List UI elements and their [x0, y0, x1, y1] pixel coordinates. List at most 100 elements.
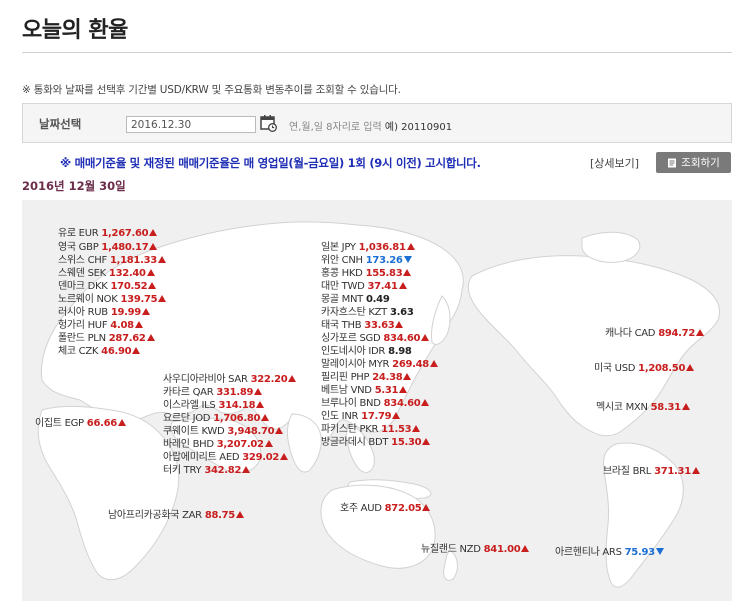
rate-brl[interactable]: 브라질 BRL 371.31 — [603, 466, 700, 478]
rate-usd[interactable]: 미국 USD 1,208.50 — [594, 363, 695, 375]
rate-value: 872.05 — [384, 503, 422, 514]
rate-twd[interactable]: 대만 TWD 37.41 — [321, 281, 407, 293]
rate-mnt[interactable]: 몽골 MNT 0.49 — [321, 294, 390, 306]
rate-aed[interactable]: 아랍에미리트 AED 329.02 — [163, 452, 289, 464]
rate-ils[interactable]: 이스라엘 ILS 314.18 — [163, 400, 265, 412]
rate-currency-name: 말레이시아 MYR — [321, 359, 390, 370]
rate-currency-name: 쿠웨이트 KWD — [163, 426, 225, 437]
rate-bnd[interactable]: 브루나이 BND 834.60 — [321, 398, 430, 410]
triangle-up-icon — [421, 399, 430, 406]
rate-kwd[interactable]: 쿠웨이트 KWD 3,948.70 — [163, 426, 284, 438]
triangle-up-icon — [235, 511, 244, 518]
triangle-up-icon — [264, 440, 273, 447]
rate-currency-name: 스위스 CHF — [58, 255, 107, 266]
rate-currency-name: 터키 TRY — [163, 465, 202, 476]
triangle-up-icon — [132, 347, 141, 354]
rate-value: 88.75 — [204, 510, 235, 521]
rate-value: 1,181.33 — [109, 255, 157, 266]
rate-hkd[interactable]: 홍콩 HKD 155.83 — [321, 268, 412, 280]
rate-pln[interactable]: 폴란드 PLN 287.62 — [58, 333, 155, 345]
triangle-up-icon — [398, 282, 407, 289]
lookup-button[interactable]: 조회하기 — [656, 152, 731, 173]
rate-value: 24.38 — [372, 372, 403, 383]
rate-czk[interactable]: 체코 CZK 46.90 — [58, 346, 141, 358]
rate-value: 3.63 — [390, 307, 414, 318]
rate-value: 834.60 — [383, 333, 421, 344]
rate-dkk[interactable]: 덴마크 DKK 170.52 — [58, 281, 157, 293]
triangle-up-icon — [392, 412, 401, 419]
triangle-up-icon — [275, 427, 284, 434]
usage-notice: ※ 통화와 날짜를 선택후 기간별 USD/KRW 및 주요통화 변동추이를 조… — [22, 84, 401, 96]
rate-qar[interactable]: 카타르 QAR 331.89 — [163, 387, 263, 399]
rate-ars[interactable]: 아르헨티나 ARS 75.93 — [555, 547, 664, 559]
triangle-up-icon — [158, 295, 167, 302]
rate-currency-name: 싱가포르 SGD — [321, 333, 381, 344]
rate-cad[interactable]: 캐나다 CAD 894.72 — [605, 328, 704, 340]
rate-vnd[interactable]: 베트남 VND 5.31 — [321, 385, 408, 397]
rate-value: 132.40 — [108, 268, 146, 279]
rate-value: 173.26 — [365, 255, 403, 266]
rate-value: 269.48 — [392, 359, 429, 370]
rate-idr[interactable]: 인도네시아 IDR 8.98 — [321, 346, 412, 358]
rate-mxn[interactable]: 멕시코 MXN 58.31 — [596, 402, 690, 414]
triangle-up-icon — [406, 243, 415, 250]
rate-gbp[interactable]: 영국 GBP 1,480.17 — [58, 242, 158, 254]
rate-value: 331.89 — [216, 387, 254, 398]
rate-value: 4.08 — [110, 320, 134, 331]
rate-date: 2016년 12월 30일 — [22, 179, 126, 193]
triangle-up-icon — [141, 308, 150, 315]
rate-php[interactable]: 필리핀 PHP 24.38 — [321, 372, 412, 384]
triangle-up-icon — [691, 467, 700, 474]
triangle-up-icon — [403, 373, 412, 380]
rate-inr[interactable]: 인도 INR 17.79 — [321, 411, 401, 423]
rate-huf[interactable]: 헝가리 HUF 4.08 — [58, 320, 143, 332]
rate-value: 19.99 — [110, 307, 141, 318]
rate-currency-name: 파키스탄 PKR — [321, 424, 379, 435]
rate-cnh[interactable]: 위안 CNH 173.26 — [321, 255, 412, 267]
page-title: 오늘의 환율 — [22, 18, 128, 43]
triangle-up-icon — [422, 504, 431, 511]
triangle-up-icon — [412, 425, 421, 432]
rate-value: 1,480.17 — [101, 242, 149, 253]
rate-try[interactable]: 터키 TRY 342.82 — [163, 465, 251, 477]
rate-kzt[interactable]: 카자흐스탄 KZT 3.63 — [321, 307, 414, 319]
rate-sar[interactable]: 사우디아라비아 SAR 322.20 — [163, 374, 297, 386]
triangle-up-icon — [261, 414, 270, 421]
rate-zar[interactable]: 남아프리카공화국 ZAR 88.75 — [108, 510, 244, 522]
triangle-up-icon — [256, 401, 265, 408]
calendar-icon[interactable] — [260, 114, 277, 132]
rate-value: 58.31 — [650, 402, 681, 413]
rate-chf[interactable]: 스위스 CHF 1,181.33 — [58, 255, 166, 267]
rate-myr[interactable]: 말레이시아 MYR 269.48 — [321, 359, 438, 371]
rate-aud[interactable]: 호주 AUD 872.05 — [340, 503, 431, 515]
rate-rub[interactable]: 러시아 RUB 19.99 — [58, 307, 150, 319]
date-input[interactable] — [126, 116, 256, 133]
rate-currency-name: 인도 INR — [321, 411, 359, 422]
rate-pkr[interactable]: 파키스탄 PKR 11.53 — [321, 424, 421, 436]
detail-view-link[interactable]: [상세보기] — [590, 155, 639, 171]
rate-currency-name: 일본 JPY — [321, 242, 356, 253]
rate-nzd[interactable]: 뉴질랜드 NZD 841.00 — [421, 544, 530, 556]
rate-currency-name: 호주 AUD — [340, 503, 382, 514]
rate-egp[interactable]: 이집트 EGP 66.66 — [35, 418, 126, 430]
rate-eur[interactable]: 유로 EUR 1,267.60 — [58, 228, 158, 240]
rate-jod[interactable]: 요르단 JOD 1,706.80 — [163, 413, 270, 425]
rate-currency-name: 카타르 QAR — [163, 387, 214, 398]
rate-nok[interactable]: 노르웨이 NOK 139.75 — [58, 294, 167, 306]
rate-sgd[interactable]: 싱가포르 SGD 834.60 — [321, 333, 430, 345]
rate-sek[interactable]: 스웨덴 SEK 132.40 — [58, 268, 155, 280]
rate-value: 894.72 — [658, 328, 695, 339]
rate-currency-name: 헝가리 HUF — [58, 320, 108, 331]
rate-value: 170.52 — [110, 281, 148, 292]
rate-currency-name: 사우디아라비아 SAR — [163, 374, 248, 385]
rate-currency-name: 몽골 MNT — [321, 294, 363, 305]
rate-bdt[interactable]: 방글라데시 BDT 15.30 — [321, 437, 431, 449]
south-america-landmass — [603, 442, 684, 588]
rate-value: 1,706.80 — [213, 413, 261, 424]
rate-jpy[interactable]: 일본 JPY 1,036.81 — [321, 242, 415, 254]
rate-thb[interactable]: 태국 THB 33.63 — [321, 320, 404, 332]
date-select-panel: 날짜선택 연,월,일 8자리로 입력 예) 20110901 — [22, 103, 732, 143]
triangle-up-icon — [280, 453, 289, 460]
rate-bhd[interactable]: 바레인 BHD 3,207.02 — [163, 439, 273, 451]
rate-value: 46.90 — [101, 346, 132, 357]
